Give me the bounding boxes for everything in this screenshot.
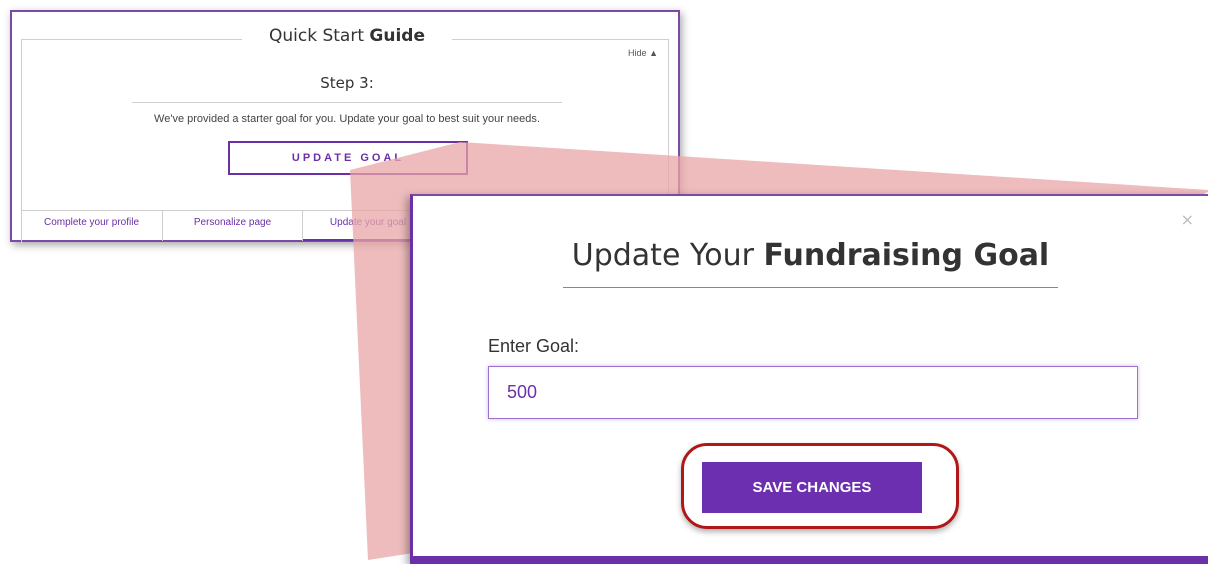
- goal-label: Enter Goal:: [488, 336, 580, 356]
- hide-toggle[interactable]: Hide ▲: [628, 48, 658, 58]
- step-description: We've provided a starter goal for you. U…: [154, 113, 540, 125]
- tab-personalize-page[interactable]: Personalize page: [163, 211, 303, 241]
- goal-input[interactable]: [488, 366, 1138, 419]
- save-changes-button[interactable]: SAVE CHANGES: [702, 462, 922, 513]
- update-goal-button[interactable]: UPDATE GOAL: [228, 141, 468, 175]
- tab-complete-profile[interactable]: Complete your profile: [21, 211, 163, 241]
- quick-start-title-plain: Quick Start: [268, 26, 364, 46]
- hide-label: Hide: [628, 48, 647, 58]
- step-label: Step 3:: [132, 74, 562, 103]
- tutorial-canvas: Quick Start Guide Hide ▲ Step 3: We've p…: [0, 0, 1208, 564]
- modal-title-plain: Update Your: [571, 238, 754, 273]
- triangle-up-icon: ▲: [649, 48, 658, 58]
- quick-start-title: Quick Start Guide: [242, 26, 452, 46]
- modal-title: Update Your Fundraising Goal: [563, 238, 1058, 288]
- close-icon[interactable]: ×: [1181, 210, 1194, 229]
- update-goal-modal: × Update Your Fundraising Goal Enter Goa…: [410, 194, 1208, 564]
- quick-start-title-bold: Guide: [369, 26, 425, 46]
- modal-title-bold: Fundraising Goal: [763, 238, 1050, 273]
